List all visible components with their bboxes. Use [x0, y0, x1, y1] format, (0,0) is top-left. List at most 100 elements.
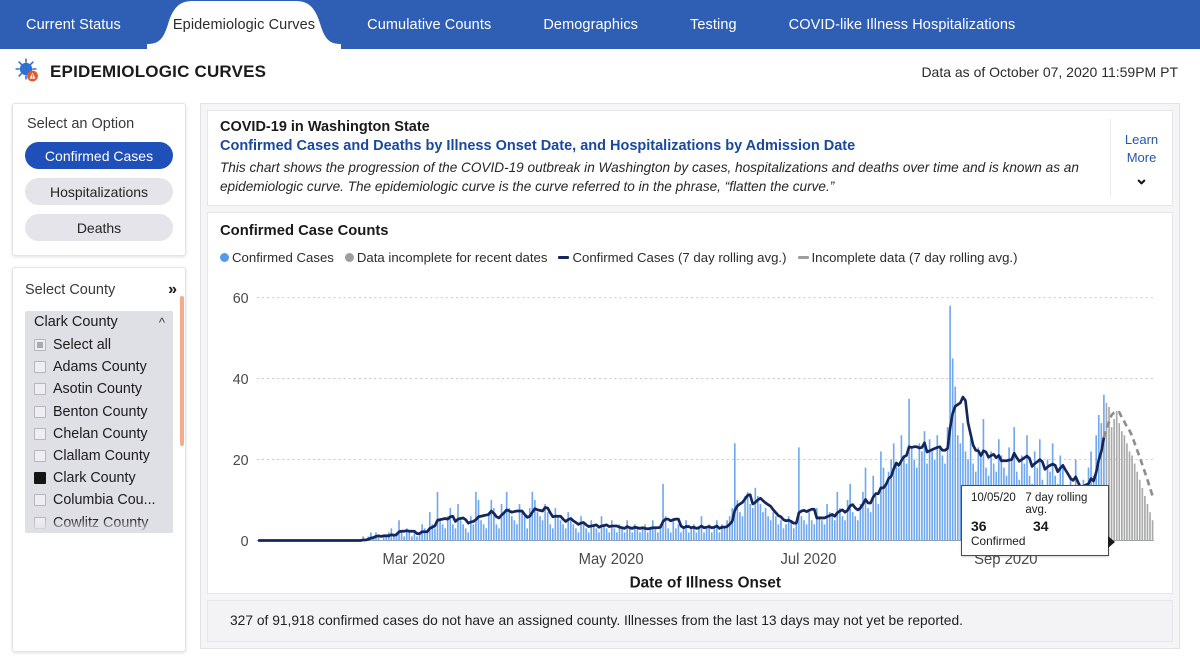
legend-item-confirmed-cases[interactable]: Confirmed Cases: [220, 250, 334, 265]
main-content: COVID-19 in Washington State Confirmed C…: [186, 95, 1200, 659]
chart-footnote: 327 of 91,918 confirmed cases do not hav…: [207, 600, 1173, 642]
county-item-chelan[interactable]: Chelan County: [34, 423, 173, 445]
option-hospitalizations[interactable]: Hospitalizations: [25, 178, 173, 205]
county-item-clark[interactable]: Clark County: [34, 467, 173, 489]
data-as-of-text: Data as of October 07, 2020 11:59PM PT: [921, 63, 1178, 80]
svg-text:20: 20: [233, 452, 249, 468]
learn-more-button[interactable]: Learn More ⌄: [1110, 119, 1172, 197]
county-item-columbia[interactable]: Columbia Cou...: [34, 489, 173, 511]
tooltip-avg-value: 34: [1033, 517, 1049, 534]
county-item-label: Cowlitz County: [53, 514, 149, 531]
tab-current-status[interactable]: Current Status: [0, 0, 147, 49]
county-item-label: Benton County: [53, 403, 148, 420]
legend-label: Confirmed Cases: [232, 249, 334, 265]
dashboard-panel: COVID-19 in Washington State Confirmed C…: [200, 103, 1180, 649]
tooltip-series-label: 7 day rolling avg.: [1025, 491, 1088, 516]
option-label: Hospitalizations: [49, 183, 149, 200]
option-confirmed-cases[interactable]: Confirmed Cases: [25, 142, 173, 169]
select-option-card: Select an Option Confirmed Cases Hospita…: [12, 103, 186, 256]
tab-bar: Current Status Epidemiologic Curves Cumu…: [0, 0, 1200, 49]
tab-epidemiologic-curves[interactable]: Epidemiologic Curves: [146, 0, 342, 49]
page-body: Select an Option Confirmed Cases Hospita…: [0, 95, 1200, 659]
county-dropdown[interactable]: Clark County ^ Select all Adams County A…: [25, 311, 173, 533]
county-item-label: Columbia Cou...: [53, 492, 156, 509]
legend-dash-icon: [797, 255, 809, 259]
tooltip-date: 10/05/20: [971, 491, 1016, 504]
tab-cumulative-counts[interactable]: Cumulative Counts: [341, 0, 517, 49]
chart-tooltip: 10/05/20 7 day rolling avg. 36 34 Confir…: [961, 484, 1115, 556]
svg-text:May 2020: May 2020: [579, 550, 644, 567]
county-item-select-all[interactable]: Select all: [34, 334, 173, 356]
svg-text:Mar 2020: Mar 2020: [382, 550, 445, 567]
option-deaths[interactable]: Deaths: [25, 214, 173, 241]
county-list: Select all Adams County Asotin County Be…: [25, 334, 173, 533]
tab-label: Demographics: [543, 16, 639, 33]
county-item-label: Adams County: [53, 359, 147, 376]
legend-dot-icon: [220, 252, 229, 262]
tab-label: Testing: [690, 16, 737, 33]
county-item-asotin[interactable]: Asotin County: [34, 378, 173, 400]
select-county-title: Select County: [25, 282, 116, 298]
tooltip-value: 36: [971, 517, 987, 534]
tab-label: Cumulative Counts: [367, 16, 492, 33]
intro-card: COVID-19 in Washington State Confirmed C…: [207, 110, 1173, 206]
checkbox-icon[interactable]: [34, 427, 46, 440]
tooltip-metric: Confirmed: [971, 533, 1026, 548]
page-title: EPIDEMIOLOGIC CURVES: [50, 61, 267, 81]
intro-heading: COVID-19 in Washington State: [220, 119, 430, 135]
legend-item-incomplete-rolling-avg[interactable]: Incomplete data (7 day rolling avg.): [797, 249, 1018, 265]
tab-label: Epidemiologic Curves: [172, 16, 316, 33]
legend-label: Data incomplete for recent dates: [356, 249, 548, 265]
svg-text:60: 60: [233, 290, 249, 306]
checkbox-icon[interactable]: [34, 494, 46, 507]
tooltip-pointer-icon: [1108, 535, 1115, 548]
chevron-double-down-icon[interactable]: ⌄: [1134, 170, 1148, 187]
county-dropdown-selected-label: Clark County: [34, 314, 118, 330]
svg-text:0: 0: [241, 533, 249, 549]
option-label: Deaths: [76, 219, 122, 236]
sidebar: Select an Option Confirmed Cases Hospita…: [0, 95, 186, 659]
virus-icon: [12, 56, 44, 88]
svg-text:Jul 2020: Jul 2020: [781, 550, 837, 567]
chart-card: Confirmed Case Counts Confirmed Cases Da…: [207, 211, 1173, 594]
county-list-scrollbar[interactable]: [180, 296, 184, 446]
tab-label: COVID-like Illness Hospitalizations: [788, 16, 1016, 33]
option-label: Confirmed Cases: [44, 147, 154, 164]
checkbox-icon[interactable]: [34, 361, 46, 374]
legend-item-rolling-avg[interactable]: Confirmed Cases (7 day rolling avg.): [558, 249, 787, 265]
legend-label: Confirmed Cases (7 day rolling avg.): [572, 249, 787, 265]
legend-item-incomplete[interactable]: Data incomplete for recent dates: [344, 249, 548, 265]
tab-demographics[interactable]: Demographics: [517, 0, 664, 49]
county-item-clallam[interactable]: Clallam County: [34, 445, 173, 467]
checkbox-icon[interactable]: [34, 450, 46, 463]
checkbox-icon[interactable]: [34, 405, 46, 418]
tab-testing[interactable]: Testing: [664, 0, 763, 49]
select-county-card: Select County » Clark County ^ Select al…: [12, 267, 186, 652]
county-item-label: Select all: [53, 337, 112, 354]
county-item-cowlitz[interactable]: Cowlitz County: [34, 512, 173, 534]
page-header: EPIDEMIOLOGIC CURVES Data as of October …: [0, 49, 1200, 95]
checkbox-icon[interactable]: [34, 516, 46, 529]
county-item-label: Asotin County: [53, 381, 143, 398]
county-dropdown-selected[interactable]: Clark County ^: [25, 311, 173, 334]
chevron-up-icon[interactable]: ^: [159, 315, 165, 330]
select-county-header: Select County »: [13, 277, 185, 303]
select-option-title: Select an Option: [27, 116, 135, 132]
checkbox-checked-icon[interactable]: [34, 472, 46, 485]
county-item-adams[interactable]: Adams County: [34, 356, 173, 378]
svg-text:40: 40: [233, 371, 249, 387]
intro-paragraph: This chart shows the progression of the …: [220, 160, 1079, 195]
chevron-double-right-icon[interactable]: »: [168, 282, 177, 298]
learn-more-line2: More: [1126, 149, 1157, 165]
county-item-label: Chelan County: [53, 425, 148, 442]
svg-text:Date of Illness Onset: Date of Illness Onset: [630, 574, 782, 589]
checkbox-icon[interactable]: [34, 383, 46, 396]
intro-text: COVID-19 in Washington State Confirmed C…: [220, 119, 1110, 197]
checkbox-partial-icon[interactable]: [34, 339, 46, 352]
tab-covid-like-illness-hospitalizations[interactable]: COVID-like Illness Hospitalizations: [763, 0, 1042, 49]
learn-more-line1: Learn: [1124, 132, 1159, 147]
tab-label: Current Status: [26, 16, 121, 33]
chart-title: Confirmed Case Counts: [220, 222, 389, 239]
legend-label: Incomplete data (7 day rolling avg.): [811, 249, 1018, 265]
county-item-benton[interactable]: Benton County: [34, 401, 173, 423]
